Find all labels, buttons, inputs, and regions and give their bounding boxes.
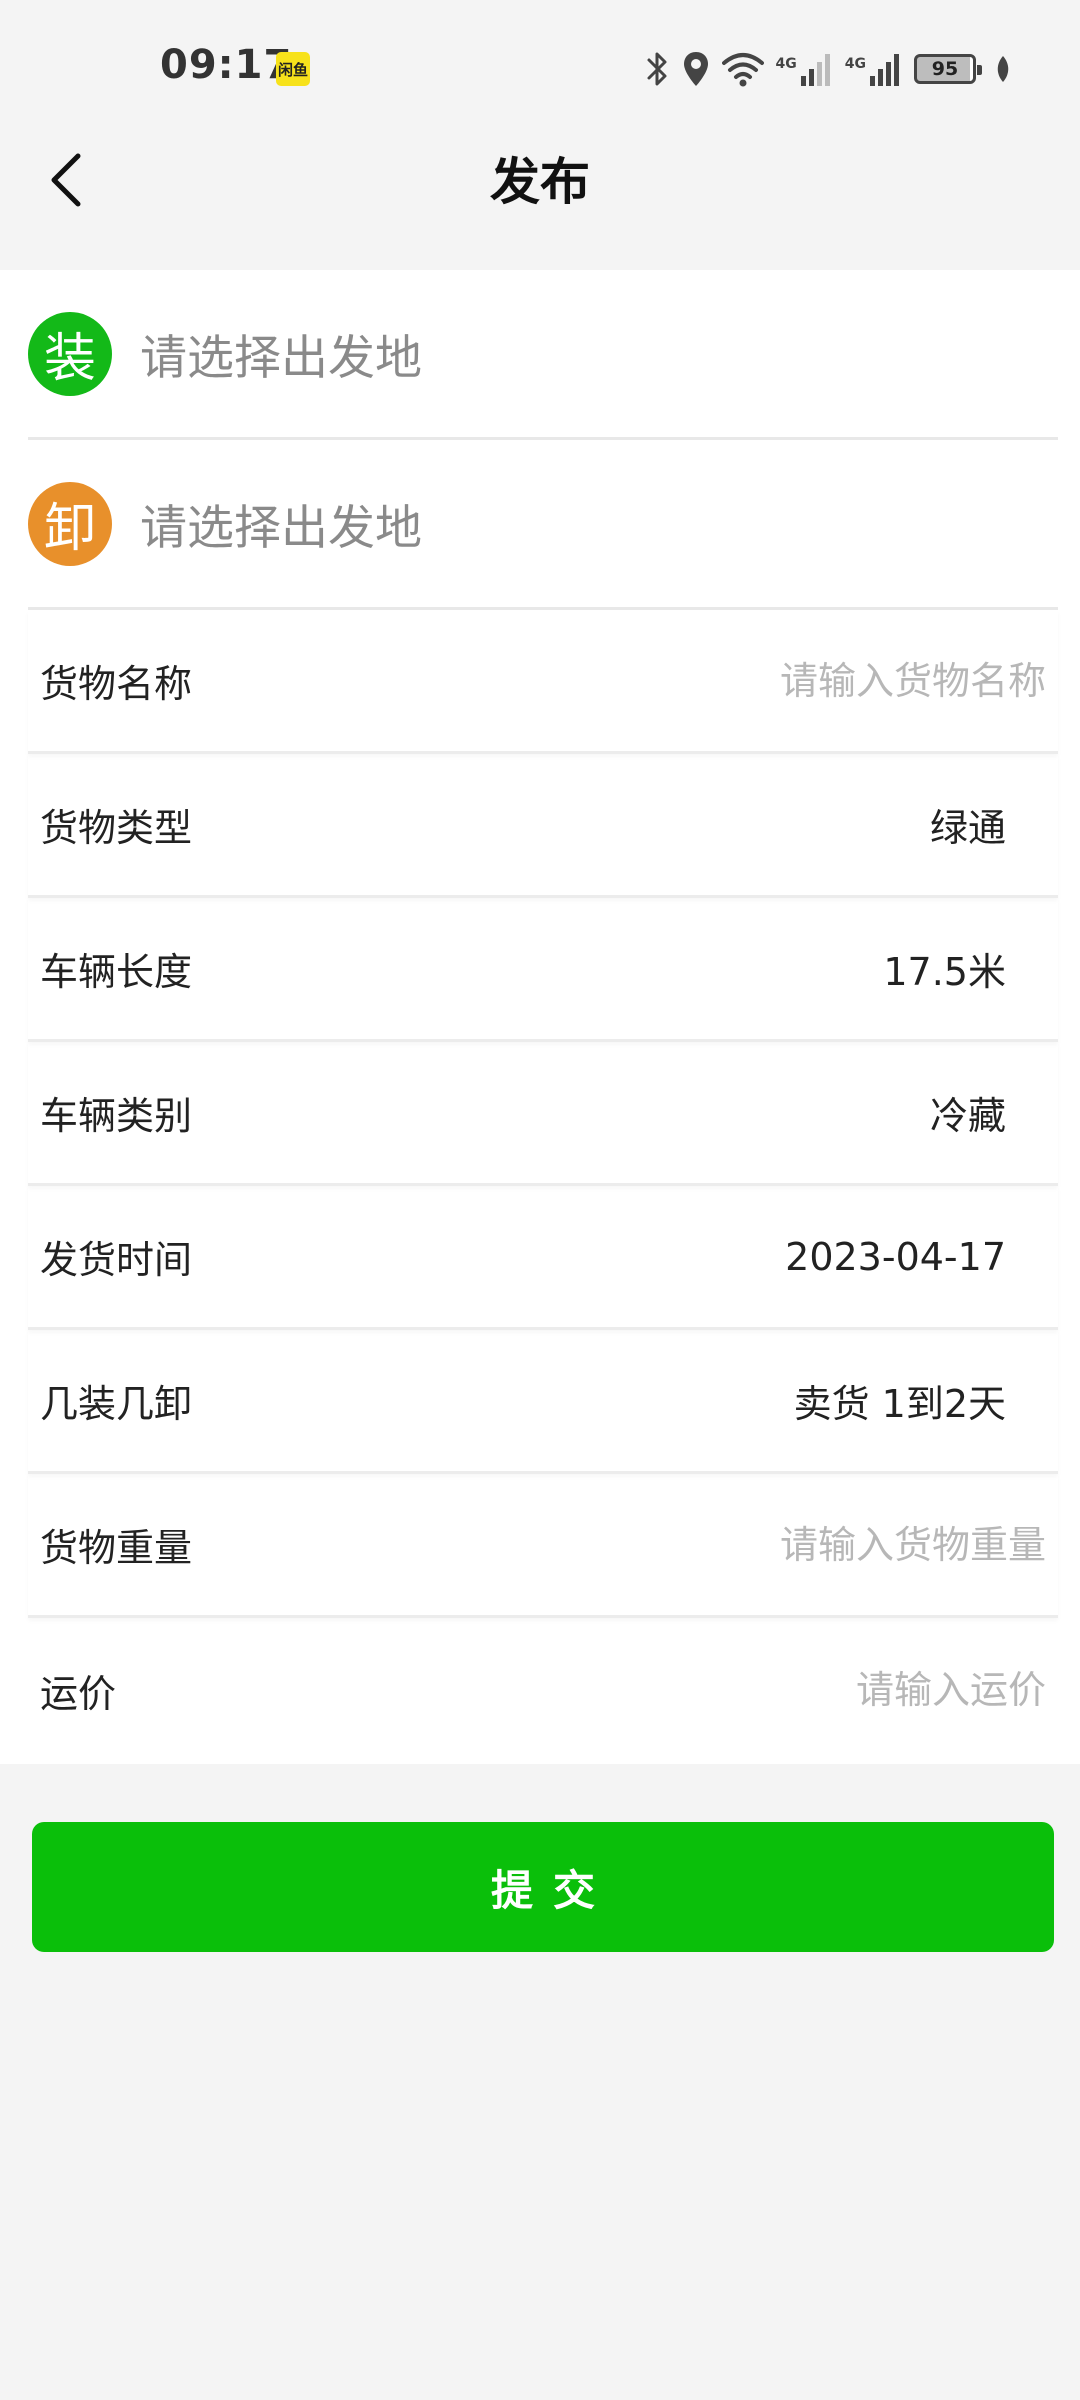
unload-location-selector[interactable]: 卸 请选择出发地	[28, 440, 1058, 610]
battery-level: 95	[914, 54, 982, 84]
vehicle-length-row[interactable]: 车辆长度 17.5米	[28, 898, 1058, 1042]
battery-icon: 95	[914, 54, 982, 84]
bluetooth-icon	[646, 50, 670, 88]
freight-input[interactable]	[628, 1667, 1048, 1713]
unload-badge: 卸	[28, 481, 112, 566]
load-unload-label: 几装几卸	[40, 1382, 193, 1426]
vehicle-category-value[interactable]: 冷藏	[930, 1085, 1006, 1140]
cargo-weight-label: 货物重量	[40, 1526, 193, 1570]
network-type-label: 4G	[775, 56, 797, 72]
leaf-icon	[994, 54, 1012, 84]
signal-icon-1: 4G	[776, 52, 833, 86]
load-unload-value[interactable]: 卖货 1到2天	[794, 1373, 1006, 1428]
cargo-name-row: 货物名称	[28, 610, 1058, 754]
cargo-type-value[interactable]: 绿通	[930, 797, 1006, 852]
vehicle-category-row[interactable]: 车辆类别 冷藏	[28, 1042, 1058, 1186]
vehicle-length-value[interactable]: 17.5米	[883, 941, 1006, 996]
page-title: 发布	[490, 153, 590, 211]
cargo-name-label: 货物名称	[40, 662, 193, 706]
ship-time-value[interactable]: 2023-04-17	[785, 1235, 1006, 1279]
load-location-placeholder: 请选择出发地	[140, 331, 422, 386]
wifi-icon	[721, 51, 764, 87]
publish-form: 装 请选择出发地 卸 请选择出发地 货物名称 货物类型 绿通 车辆长度 17.5…	[0, 270, 1080, 1764]
freight-label: 运价	[40, 1671, 117, 1716]
vehicle-category-label: 车辆类别	[40, 1094, 193, 1138]
back-button[interactable]	[36, 140, 96, 220]
unload-location-placeholder: 请选择出发地	[140, 501, 422, 556]
app-notification-icon: 闲鱼	[276, 52, 310, 86]
network-type-label: 4G	[844, 56, 866, 72]
cargo-weight-input[interactable]	[628, 1521, 1048, 1568]
status-time: 09:17	[160, 42, 293, 88]
load-unload-row[interactable]: 几装几卸 卖货 1到2天	[28, 1330, 1058, 1474]
status-icons: 4G 4G 95	[634, 44, 1012, 94]
status-bar: 09:17 闲鱼 4G 4G 95	[0, 0, 1080, 136]
freight-row: 运价	[28, 1618, 1058, 1762]
signal-icon-2: 4G	[845, 52, 902, 86]
load-location-selector[interactable]: 装 请选择出发地	[28, 270, 1058, 440]
ship-time-row[interactable]: 发货时间 2023-04-17	[28, 1186, 1058, 1330]
chevron-left-icon	[51, 153, 81, 207]
cargo-type-row[interactable]: 货物类型 绿通	[28, 754, 1058, 898]
cargo-weight-row: 货物重量	[28, 1474, 1058, 1618]
submit-button[interactable]: 提交	[32, 1822, 1054, 1952]
location-icon	[682, 50, 710, 88]
load-badge: 装	[28, 311, 112, 396]
vehicle-length-label: 车辆长度	[40, 950, 193, 994]
ship-time-label: 发货时间	[40, 1238, 193, 1282]
cargo-name-input[interactable]	[628, 657, 1048, 704]
cargo-type-label: 货物类型	[40, 806, 193, 850]
